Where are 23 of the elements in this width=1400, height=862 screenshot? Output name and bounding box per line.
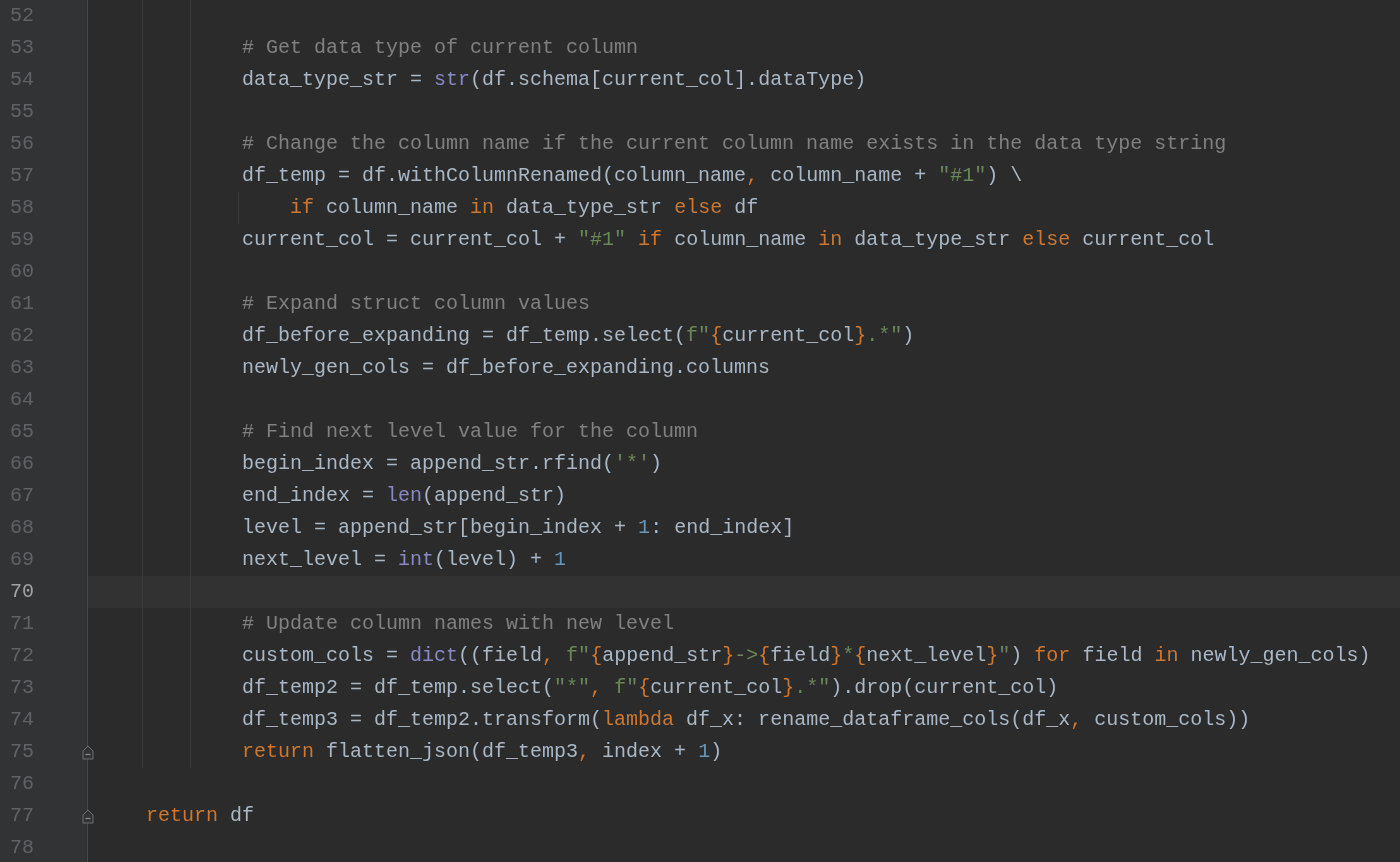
code-line: if column_name in data_type_str else df <box>290 195 759 221</box>
code-line: df_temp3 = df_temp2.transform(lambda df_x: rename_dataframe_cols(df_x, custom_cols)) <box>242 707 1251 733</box>
code-line: return df <box>146 803 255 829</box>
code-line: next_level = int(level) + 1 <box>242 547 567 573</box>
code-line: begin_index = append_str.rfind('*') <box>242 451 663 477</box>
code-line: df_temp = df.withColumnRenamed(column_name, column_name + "#1") \ <box>242 163 1023 189</box>
code-comment: # Change the column name if the current column name exists in the data type string <box>242 131 1227 157</box>
code-line: newly_gen_cols = df_before_expanding.columns <box>242 355 771 381</box>
code-line: df_temp2 = df_temp.select("*", f"{current_col}.*").drop(current_col) <box>242 675 1059 701</box>
code-line: custom_cols = dict((field, f"{append_str}->{field}*{next_level}") for field in newly_gen_cols) <box>242 643 1371 669</box>
code-line: data_type_str = str(df.schema[current_col].dataType) <box>242 67 867 93</box>
code-comment: # Find next level value for the column <box>242 419 699 445</box>
code-line: level = append_str[begin_index + 1: end_index] <box>242 515 795 541</box>
code-line: end_index = len(append_str) <box>242 483 567 509</box>
fold-marker-icon[interactable] <box>82 745 94 760</box>
code-comment: # Expand struct column values <box>242 291 591 317</box>
code-line: return flatten_json(df_temp3, index + 1) <box>242 739 723 765</box>
code-line: df_before_expanding = df_temp.select(f"{current_col}.*") <box>242 323 915 349</box>
code-comment: # Update column names with new level <box>242 611 675 637</box>
code-comment: # Get data type of current column <box>242 35 639 61</box>
line-number: 70 <box>10 579 34 605</box>
code-line: current_col = current_col + "#1" if column_name in data_type_str else current_col <box>242 227 1215 253</box>
fold-marker-icon[interactable] <box>82 809 94 824</box>
